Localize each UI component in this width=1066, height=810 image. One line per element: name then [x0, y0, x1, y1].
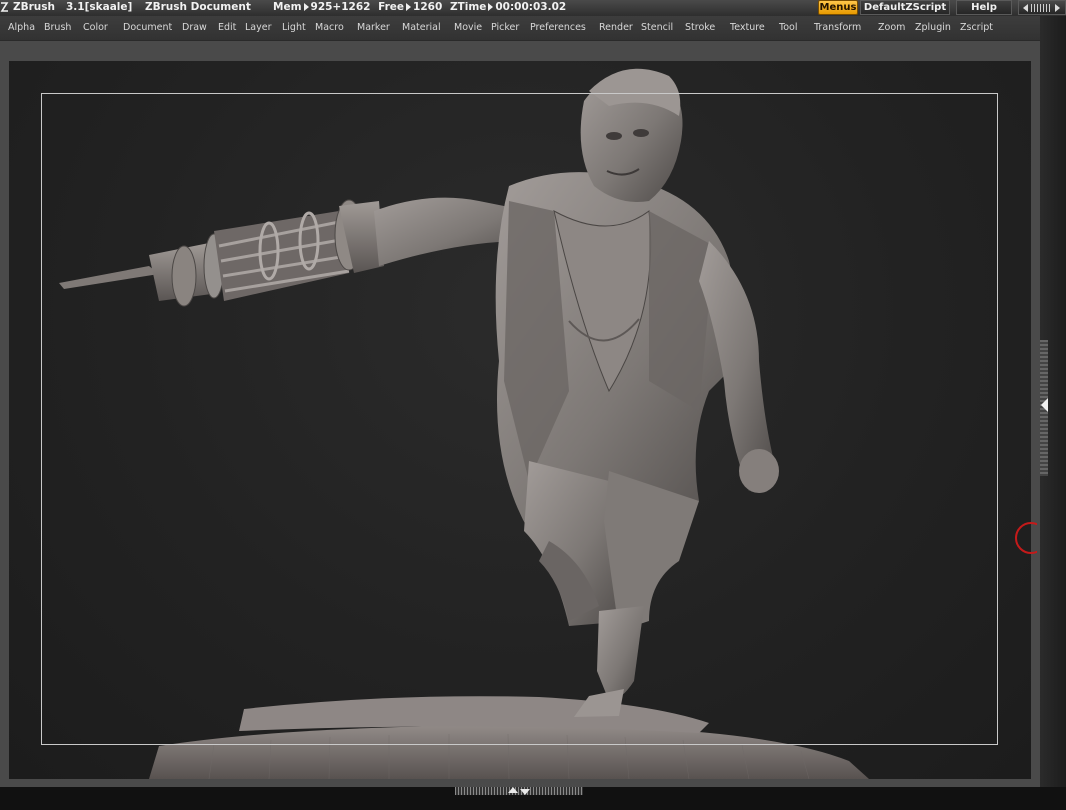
- free-value: 1260: [413, 1, 443, 13]
- memory-readout: Mem 925+1262 Free 1260 ZTime 00:00:03.02: [273, 1, 566, 13]
- menu-alpha[interactable]: Alpha: [8, 22, 35, 33]
- menu-render[interactable]: Render: [599, 22, 633, 33]
- menu-macro[interactable]: Macro: [315, 22, 344, 33]
- ztime-label: ZTime: [449, 1, 487, 13]
- ztime-arrow-icon: [488, 3, 494, 11]
- scroll-right-icon[interactable]: [1055, 4, 1060, 12]
- tray-toggle-icon[interactable]: [508, 787, 518, 793]
- scroll-left-icon[interactable]: [1023, 4, 1028, 12]
- head: [580, 68, 683, 203]
- side-panel-expand-icon[interactable]: [1041, 398, 1048, 412]
- menu-bar: Alpha Brush Color Document Draw Edit Lay…: [0, 16, 1040, 41]
- menu-stencil[interactable]: Stencil: [641, 22, 673, 33]
- scroll-grip-icon: [1031, 4, 1051, 12]
- menu-zoom[interactable]: Zoom: [878, 22, 905, 33]
- right-fist: [739, 449, 779, 493]
- app-name: ZBrush: [13, 1, 55, 13]
- menu-preferences[interactable]: Preferences: [530, 22, 586, 33]
- free-arrow-icon: [406, 3, 412, 11]
- bottom-tray-handle[interactable]: [455, 787, 583, 795]
- menu-movie[interactable]: Movie: [454, 22, 482, 33]
- zbrush-logo-icon[interactable]: [0, 0, 10, 14]
- menu-stroke[interactable]: Stroke: [685, 22, 715, 33]
- document-canvas[interactable]: [9, 61, 1031, 779]
- default-zscript-button[interactable]: DefaultZScript: [860, 0, 950, 15]
- menu-document[interactable]: Document: [123, 22, 172, 33]
- menu-layer[interactable]: Layer: [245, 22, 272, 33]
- base-platform: [149, 696, 869, 779]
- menu-edit[interactable]: Edit: [218, 22, 236, 33]
- tray-collapse-icon[interactable]: [520, 789, 530, 795]
- app-version: 3.1[skaale]: [66, 1, 133, 13]
- menu-light[interactable]: Light: [282, 22, 306, 33]
- arm-cannon: [59, 199, 384, 307]
- mem-value: 925+1262: [310, 1, 371, 13]
- menu-color[interactable]: Color: [83, 22, 108, 33]
- document-name: ZBrush Document: [145, 1, 251, 13]
- ztime-value: 00:00:03.02: [495, 1, 567, 13]
- free-label: Free: [378, 1, 405, 13]
- mem-arrow-icon: [303, 3, 309, 11]
- title-scroller[interactable]: [1018, 0, 1066, 15]
- menu-tool[interactable]: Tool: [779, 22, 797, 33]
- help-button[interactable]: Help: [956, 0, 1012, 15]
- sculpt-model[interactable]: [9, 61, 1031, 779]
- mem-label: Mem: [273, 1, 302, 13]
- menu-zscript[interactable]: Zscript: [960, 22, 993, 33]
- menu-zplugin[interactable]: Zplugin: [915, 22, 951, 33]
- menu-marker[interactable]: Marker: [357, 22, 390, 33]
- menu-material[interactable]: Material: [402, 22, 441, 33]
- menu-picker[interactable]: Picker: [491, 22, 519, 33]
- menu-transform[interactable]: Transform: [814, 22, 861, 33]
- legs: [524, 461, 699, 717]
- menus-button[interactable]: Menus: [818, 0, 858, 15]
- menu-draw[interactable]: Draw: [182, 22, 207, 33]
- menu-brush[interactable]: Brush: [44, 22, 71, 33]
- menu-texture[interactable]: Texture: [730, 22, 765, 33]
